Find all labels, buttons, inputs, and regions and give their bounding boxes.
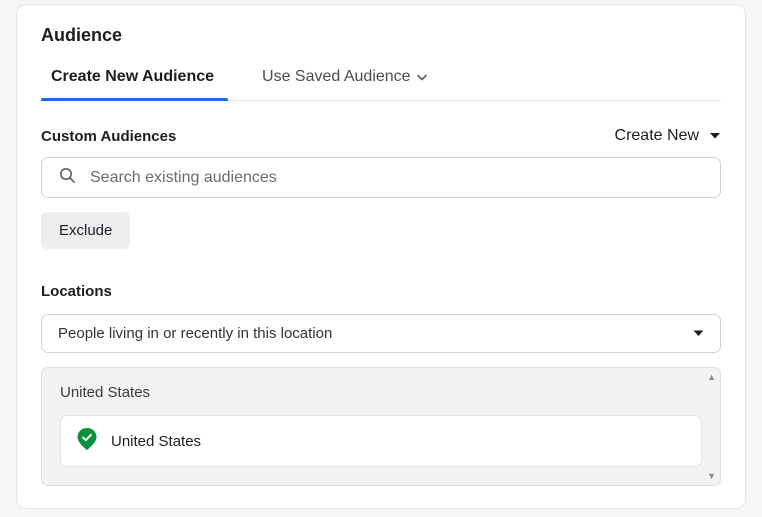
audience-card: Audience Create New Audience Use Saved A… [16,4,746,509]
tab-create-new-audience[interactable]: Create New Audience [41,68,228,100]
caret-down-icon [417,74,427,81]
scroll-down-icon[interactable]: ▼ [707,471,716,481]
audience-tabs: Create New Audience Use Saved Audience [41,68,721,101]
scroll-up-icon[interactable]: ▲ [707,372,716,382]
location-chip[interactable]: United States [60,415,702,467]
location-chip-text: United States [111,433,201,450]
tab-use-saved-audience[interactable]: Use Saved Audience [252,68,441,100]
tab-saved-label: Use Saved Audience [262,68,411,86]
locations-panel-heading: United States [60,384,702,401]
caret-down-solid-icon [709,132,721,140]
custom-audiences-header: Custom Audiences Create New [41,127,721,145]
card-title: Audience [41,25,721,46]
search-icon [58,166,76,189]
location-pin-check-icon [77,428,97,454]
tab-create-label: Create New Audience [51,68,214,86]
locations-panel: ▲ ▼ United States United States [41,367,721,486]
caret-down-solid-icon [693,330,704,337]
search-audiences-input[interactable] [90,169,704,187]
create-new-label: Create New [615,127,699,145]
locations-selector-value: People living in or recently in this loc… [58,325,332,342]
locations-selector[interactable]: People living in or recently in this loc… [41,314,721,353]
exclude-button[interactable]: Exclude [41,212,130,249]
create-new-button[interactable]: Create New [615,127,721,145]
custom-audiences-label: Custom Audiences [41,128,176,145]
locations-label: Locations [41,283,721,300]
search-audiences-box[interactable] [41,157,721,198]
